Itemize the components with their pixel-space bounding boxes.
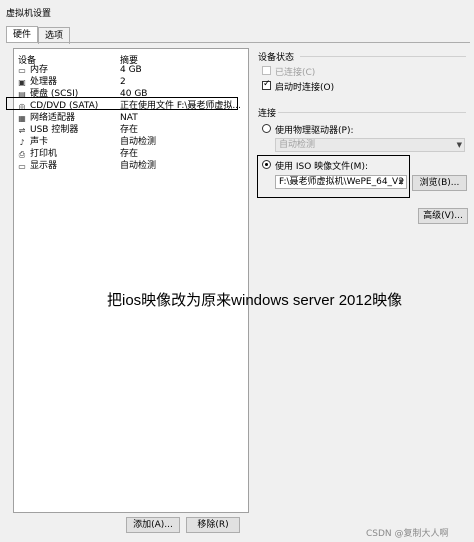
device-name: 处理器	[30, 77, 58, 87]
device-name: 显示器	[30, 161, 58, 171]
add-button[interactable]: 添加(A)...	[126, 517, 180, 533]
physical-drive-select[interactable]: 自动检测 ▼	[275, 138, 465, 152]
physical-drive-label: 使用物理驱动器(P):	[275, 126, 354, 136]
network-icon: ▦	[18, 114, 26, 123]
printer-icon: ⎙	[18, 150, 26, 159]
chevron-down-icon: ▼	[456, 141, 462, 149]
device-list: 设备 摘要 ▭ 内存 4 GB ▣ 处理器 2 ▤ 硬盘 (SCSI) 40 G…	[13, 48, 249, 513]
connected-checkbox[interactable]	[262, 66, 271, 75]
device-name: 内存	[30, 65, 49, 75]
connected-label: 已连接(C)	[275, 68, 316, 78]
tab-divider	[6, 42, 470, 43]
device-row-printer[interactable]: ⎙ 打印机 存在	[14, 149, 248, 160]
device-row-network[interactable]: ▦ 网络适配器 NAT	[14, 113, 248, 124]
device-name: 声卡	[30, 137, 49, 147]
device-summary: 2	[120, 77, 126, 87]
annotation-text: 把ios映像改为原来windows server 2012映像	[107, 292, 403, 309]
device-summary: NAT	[120, 113, 138, 123]
browse-button[interactable]: 浏览(B)...	[412, 175, 467, 191]
device-summary: 自动检测	[120, 161, 157, 171]
device-name: 打印机	[30, 149, 58, 159]
connect-on-power-label: 启动时连接(O)	[275, 83, 335, 93]
vm-settings-window: 虚拟机设置 硬件 选项 设备 摘要 ▭ 内存 4 GB ▣ 处理器 2 ▤ 硬盘…	[0, 0, 474, 542]
watermark: CSDN @复制大人啊	[366, 529, 449, 539]
connect-on-power-checkbox[interactable]	[262, 79, 271, 90]
device-summary: 存在	[120, 125, 139, 135]
physical-drive-radio[interactable]	[262, 124, 271, 133]
iso-highlight-box	[257, 155, 410, 198]
display-icon: ▭	[18, 162, 26, 171]
sound-icon: ♪	[19, 138, 25, 147]
device-row-usb[interactable]: ⇌ USB 控制器 存在	[14, 125, 248, 136]
tab-hardware[interactable]: 硬件	[6, 26, 39, 43]
device-row-memory[interactable]: ▭ 内存 4 GB	[14, 65, 248, 76]
device-summary: 4 GB	[120, 65, 142, 75]
physical-drive-value: 自动检测	[279, 140, 316, 150]
device-row-display[interactable]: ▭ 显示器 自动检测	[14, 161, 248, 172]
usb-icon: ⇌	[18, 126, 26, 135]
memory-icon: ▭	[18, 66, 26, 75]
device-status-title: 设备状态	[258, 53, 295, 63]
device-status-divider	[300, 56, 466, 57]
device-summary: 存在	[120, 149, 139, 159]
cpu-icon: ▣	[18, 78, 26, 87]
device-row-cpu[interactable]: ▣ 处理器 2	[14, 77, 248, 88]
device-name: 网络适配器	[30, 113, 76, 123]
connection-title: 连接	[258, 109, 277, 119]
connection-divider	[278, 112, 466, 113]
window-title: 虚拟机设置	[6, 9, 52, 19]
device-row-sound[interactable]: ♪ 声卡 自动检测	[14, 137, 248, 148]
cd-dvd-highlight-box	[6, 97, 238, 110]
device-name: USB 控制器	[30, 125, 79, 135]
remove-button[interactable]: 移除(R)	[186, 517, 240, 533]
advanced-button[interactable]: 高级(V)...	[418, 208, 468, 224]
device-summary: 自动检测	[120, 137, 157, 147]
